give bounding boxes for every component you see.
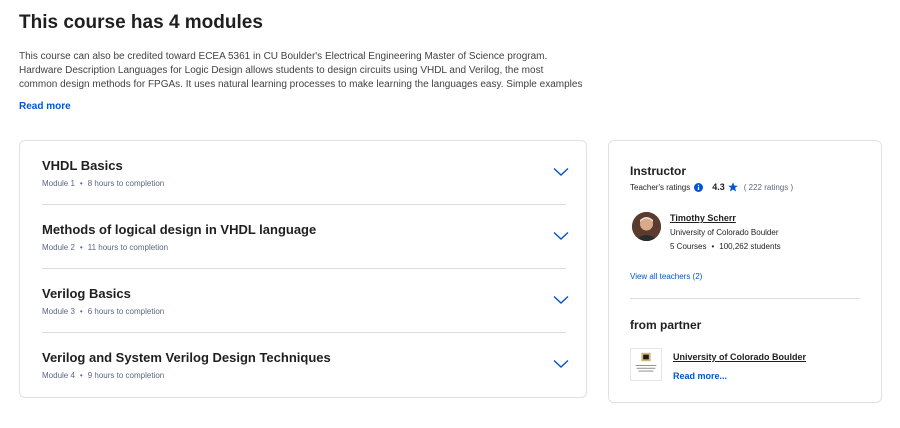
module-duration: 11 hours to completion: [87, 243, 169, 252]
module-duration: 8 hours to completion: [87, 179, 165, 188]
module-duration: 9 hours to completion: [87, 371, 165, 380]
chevron-down-icon[interactable]: [553, 231, 569, 241]
ratings-label: Teacher's ratings: [630, 182, 691, 192]
avatar[interactable]: [632, 212, 661, 241]
module-item-1[interactable]: VHDL Basics Module 1 • 8 hours to completi…: [42, 141, 569, 205]
teacher-organization: University of Colorado Boulder: [670, 228, 779, 237]
module-meta: Module 1 • 8 hours to completion: [42, 179, 165, 188]
module-number: Module 2: [42, 243, 75, 252]
module-title: Methods of logical design in VHDL langua…: [42, 222, 317, 237]
read-more-link[interactable]: Read more: [19, 101, 71, 112]
instructor-panel: Instructor Teacher's ratings 4.3 ( 222 r…: [608, 140, 882, 403]
info-icon[interactable]: [694, 182, 704, 192]
partner-read-more-link[interactable]: Read more...: [673, 371, 727, 381]
chevron-down-icon[interactable]: [553, 295, 569, 305]
module-meta: Module 2 • 11 hours to completion: [42, 243, 169, 252]
partner-logo[interactable]: [630, 348, 662, 381]
rating-count: ( 222 ratings ): [743, 182, 794, 192]
view-all-teachers-link[interactable]: View all teachers (2): [630, 272, 702, 281]
module-duration: 6 hours to completion: [87, 307, 165, 316]
module-number: Module 1: [42, 179, 75, 188]
page-title: This course has 4 modules: [19, 12, 263, 33]
course-description: This course can also be credited toward …: [19, 51, 583, 90]
module-item-4[interactable]: Verilog and System Verilog Design Techni…: [42, 333, 569, 397]
teacher-stats: 5 Courses • 100,262 students: [670, 242, 781, 251]
teacher-courses: 5 Courses: [670, 242, 707, 251]
module-meta: Module 3 • 6 hours to completion: [42, 307, 165, 316]
module-item-2[interactable]: Methods of logical design in VHDL langua…: [42, 205, 569, 269]
partner-name-link[interactable]: University of Colorado Boulder: [673, 352, 806, 362]
divider: [630, 298, 860, 299]
instructor-heading: Instructor: [630, 164, 687, 178]
module-meta: Module 4 • 9 hours to completion: [42, 371, 165, 380]
star-icon: [727, 182, 738, 192]
teacher-students: 100,262 students: [719, 242, 781, 251]
chevron-down-icon[interactable]: [553, 359, 569, 369]
partner-heading: from partner: [630, 318, 702, 332]
rating-value: 4.3: [712, 182, 725, 192]
chevron-down-icon[interactable]: [553, 167, 569, 177]
module-number: Module 3: [42, 307, 75, 316]
teacher-name-link[interactable]: Timothy Scherr: [670, 213, 736, 223]
module-number: Module 4: [42, 371, 75, 380]
teacher-ratings: Teacher's ratings 4.3 ( 222 ratings ): [630, 182, 793, 192]
module-item-3[interactable]: Verilog Basics Module 3 • 6 hours to compl…: [42, 269, 569, 333]
module-title: Verilog and System Verilog Design Techni…: [42, 350, 331, 365]
module-title: Verilog Basics: [42, 286, 131, 301]
modules-list: VHDL Basics Module 1 • 8 hours to completi…: [19, 140, 587, 398]
module-title: VHDL Basics: [42, 158, 123, 173]
